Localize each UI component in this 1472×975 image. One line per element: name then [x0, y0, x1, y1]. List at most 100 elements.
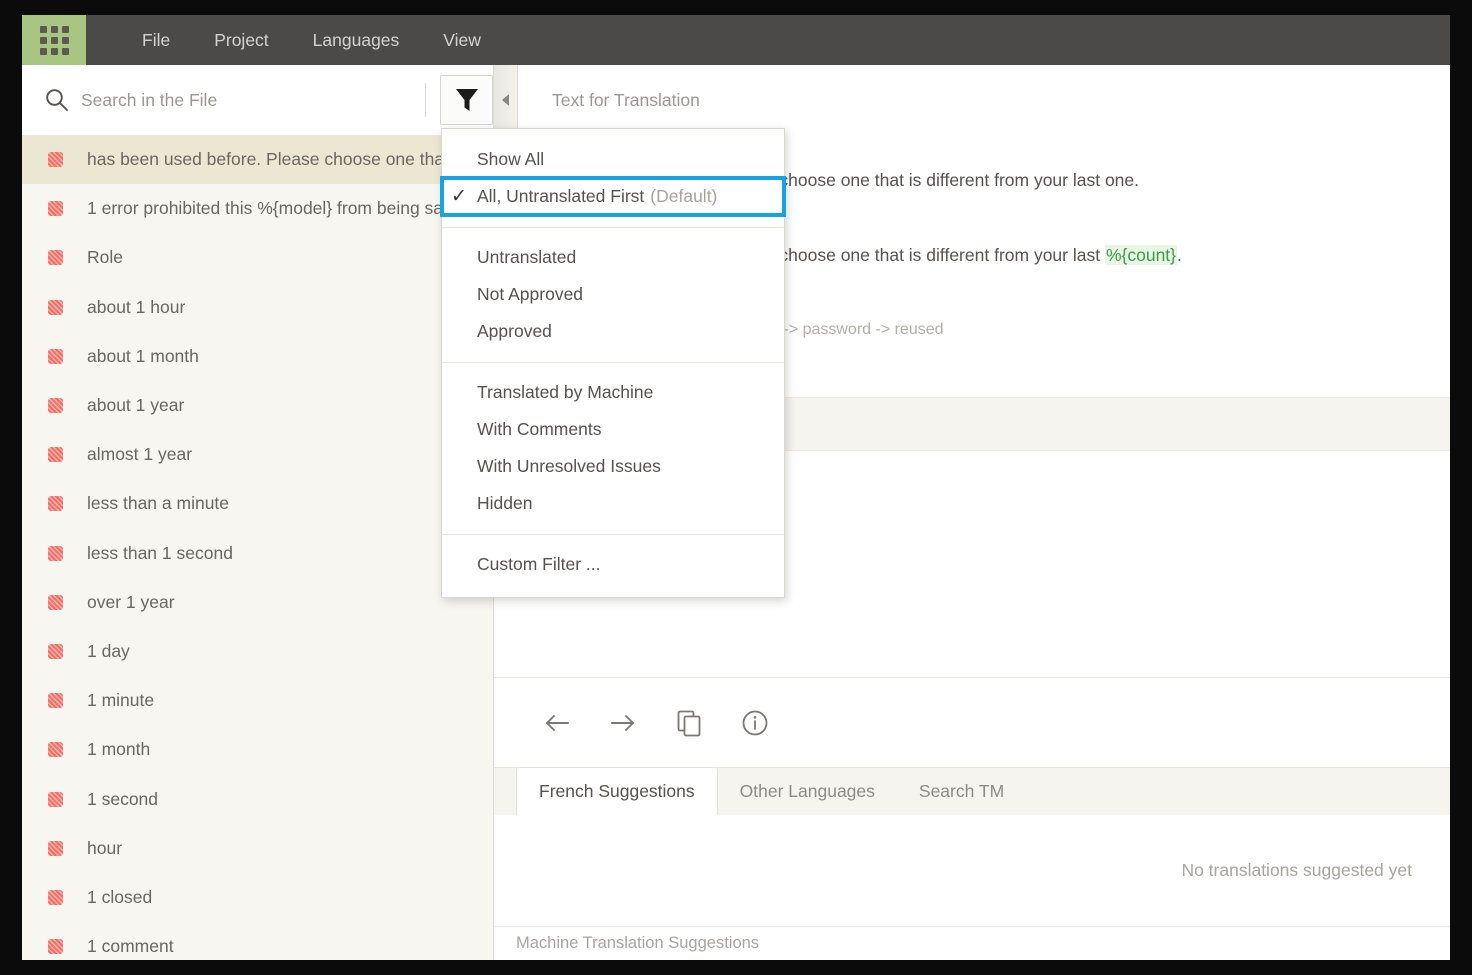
next-string-button[interactable]	[606, 706, 640, 740]
filter-menu-item-hidden[interactable]: Hidden	[442, 485, 784, 522]
filter-menu-item-with-unresolved-issues[interactable]: With Unresolved Issues	[442, 448, 784, 485]
untranslated-swatch-icon	[48, 349, 63, 364]
untranslated-swatch-icon	[48, 890, 63, 905]
menu-separator	[442, 362, 784, 363]
suggestions-panel: No translations suggested yet	[494, 815, 1450, 926]
list-item[interactable]: Role	[22, 233, 493, 282]
untranslated-swatch-icon	[48, 546, 63, 561]
filter-menu-item-label: All, Untranslated First	[477, 186, 644, 207]
filter-menu-item-approved[interactable]: Approved	[442, 313, 784, 350]
check-icon: ✓	[451, 187, 467, 206]
search-bar	[22, 65, 493, 135]
menu-item-languages[interactable]: Languages	[291, 15, 422, 65]
list-item[interactable]: 1 day	[22, 627, 493, 676]
list-item[interactable]: less than 1 second	[22, 529, 493, 578]
info-button[interactable]	[738, 706, 772, 740]
funnel-filter-icon	[454, 86, 480, 114]
untranslated-swatch-icon	[48, 742, 63, 757]
list-item-label: 1 minute	[87, 690, 154, 711]
search-input[interactable]	[81, 90, 341, 111]
action-toolbar	[494, 677, 1450, 767]
list-item[interactable]: 1 comment	[22, 922, 493, 960]
list-item[interactable]: about 1 month	[22, 332, 493, 381]
untranslated-swatch-icon	[48, 152, 63, 167]
list-item-label: 1 month	[87, 739, 150, 760]
arrow-right-icon	[609, 712, 637, 734]
filter-menu-item-label: Approved	[477, 321, 552, 342]
list-item[interactable]: 1 month	[22, 725, 493, 774]
list-item-label: about 1 month	[87, 346, 199, 367]
no-suggestions-message: No translations suggested yet	[1181, 860, 1412, 881]
filter-menu-item-translated-by-machine[interactable]: Translated by Machine	[442, 374, 784, 411]
search-divider	[425, 83, 426, 117]
caret-left-icon	[502, 94, 509, 106]
left-pane: has been used before. Please choose one …	[22, 65, 494, 960]
list-item[interactable]: hour	[22, 824, 493, 873]
filter-dropdown-menu[interactable]: Show All ✓ All, Untranslated First (Defa…	[441, 128, 785, 598]
untranslated-swatch-icon	[48, 595, 63, 610]
previous-string-button[interactable]	[540, 706, 574, 740]
copy-source-button[interactable]	[672, 706, 706, 740]
untranslated-swatch-icon	[48, 841, 63, 856]
menu-separator	[442, 227, 784, 228]
menu-bar-items: File Project Languages View	[86, 15, 503, 65]
list-item-label: hour	[87, 838, 122, 859]
placeholder-token-count: %{count}	[1105, 245, 1177, 265]
filter-menu-item-not-approved[interactable]: Not Approved	[442, 276, 784, 313]
filter-menu-item-custom-filter[interactable]: Custom Filter ...	[442, 546, 784, 583]
list-item[interactable]: about 1 hour	[22, 283, 493, 332]
suggestion-tabs: French Suggestions Other Languages Searc…	[494, 767, 1450, 815]
filter-menu-item-show-all[interactable]: Show All	[442, 141, 784, 178]
string-list[interactable]: has been used before. Please choose one …	[22, 135, 493, 960]
filter-menu-item-label: Show All	[477, 149, 544, 170]
list-item-label: 1 closed	[87, 887, 152, 908]
arrow-left-icon	[543, 712, 571, 734]
list-item[interactable]: almost 1 year	[22, 430, 493, 479]
tab-french-suggestions[interactable]: French Suggestions	[516, 767, 718, 815]
list-item-label: Role	[87, 247, 123, 268]
tab-other-languages[interactable]: Other Languages	[718, 767, 897, 815]
list-item-label: almost 1 year	[87, 444, 192, 465]
machine-translation-footer[interactable]: Machine Translation Suggestions	[494, 926, 1450, 960]
list-item[interactable]: 1 second	[22, 774, 493, 823]
search-icon	[44, 87, 70, 113]
filter-menu-item-untranslated[interactable]: Untranslated	[442, 239, 784, 276]
tab-search-tm[interactable]: Search TM	[897, 767, 1026, 815]
filter-menu-item-with-comments[interactable]: With Comments	[442, 411, 784, 448]
filter-button[interactable]	[440, 75, 493, 125]
list-item[interactable]: about 1 year	[22, 381, 493, 430]
list-item[interactable]: has been used before. Please choose one …	[22, 135, 493, 184]
menu-item-project[interactable]: Project	[192, 15, 290, 65]
menu-item-file[interactable]: File	[120, 15, 192, 65]
untranslated-swatch-icon	[48, 300, 63, 315]
list-item-label: 1 comment	[87, 936, 174, 957]
menu-bar: File Project Languages View	[22, 15, 1450, 65]
filter-menu-item-label: With Unresolved Issues	[477, 456, 661, 477]
app-grid-button[interactable]	[22, 15, 86, 65]
info-circle-icon	[741, 709, 769, 737]
list-item[interactable]: 1 error prohibited this %{model} from be…	[22, 184, 493, 233]
filter-menu-item-all-untranslated-first[interactable]: ✓ All, Untranslated First (Default)	[442, 178, 784, 215]
source-plural-suffix: .	[1177, 245, 1182, 265]
list-item[interactable]: over 1 year	[22, 578, 493, 627]
list-item[interactable]: 1 closed	[22, 873, 493, 922]
list-item[interactable]: less than a minute	[22, 479, 493, 528]
menu-item-view[interactable]: View	[421, 15, 503, 65]
filter-menu-item-suffix: (Default)	[650, 186, 717, 207]
list-item-label: less than a minute	[87, 493, 229, 514]
untranslated-swatch-icon	[48, 693, 63, 708]
list-item-label: has been used before. Please choose one …	[87, 149, 493, 170]
list-item-label: 1 error prohibited this %{model} from be…	[87, 198, 471, 219]
right-pane-header: Text for Translation	[494, 65, 1450, 135]
filter-menu-group-custom: Custom Filter ...	[442, 546, 784, 583]
menu-separator	[442, 534, 784, 535]
collapse-sidebar-button[interactable]	[494, 65, 518, 135]
application-window: File Project Languages View	[22, 15, 1450, 960]
filter-menu-item-label: With Comments	[477, 419, 601, 440]
list-item-label: 1 second	[87, 789, 158, 810]
untranslated-swatch-icon	[48, 447, 63, 462]
list-item-label: over 1 year	[87, 592, 175, 613]
list-item[interactable]: 1 minute	[22, 676, 493, 725]
untranslated-swatch-icon	[48, 250, 63, 265]
copy-icon	[676, 709, 702, 737]
